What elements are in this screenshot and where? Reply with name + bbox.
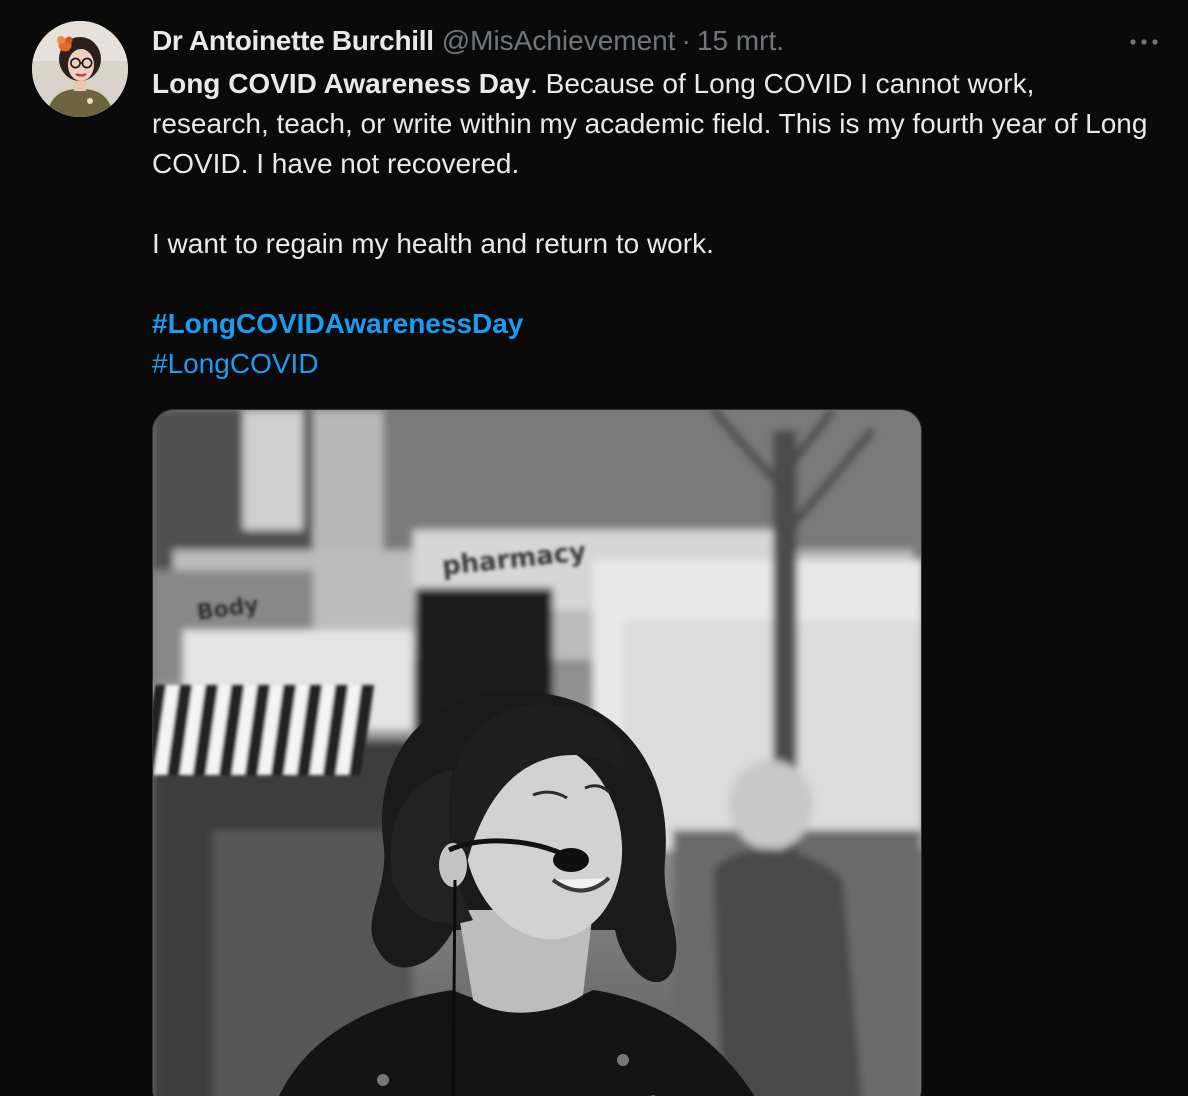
more-options-button[interactable] [1124,24,1164,60]
photo-image: pharmacy Body [153,410,921,1096]
tweet-photo[interactable]: pharmacy Body [152,409,922,1096]
author-display-name[interactable]: Dr Antoinette Burchill [152,25,434,57]
tweet-text: Long COVID Awareness Day. Because of Lon… [152,64,1152,384]
tweet-date[interactable]: 15 mrt. [697,25,784,57]
avatar-image [32,21,128,117]
hashtag-link-longcovid[interactable]: #LongCOVID [152,344,1152,384]
tweet-paragraph-1: Long COVID Awareness Day. Because of Lon… [152,64,1152,184]
tweet-bold-lead: Long COVID Awareness Day [152,68,531,99]
tweet-header: Dr Antoinette Burchill @MisAchievement ·… [152,22,784,60]
author-avatar[interactable] [32,21,128,117]
header-separator: · [681,25,691,56]
tweet-paragraph-2: I want to regain my health and return to… [152,228,714,259]
tweet-article[interactable]: Dr Antoinette Burchill @MisAchievement ·… [0,0,1188,1096]
author-handle[interactable]: @MisAchievement [442,25,676,57]
hashtag-link-longcovidawarenessday[interactable]: #LongCOVIDAwarenessDay [152,304,1152,344]
more-options-icon [1130,39,1158,45]
